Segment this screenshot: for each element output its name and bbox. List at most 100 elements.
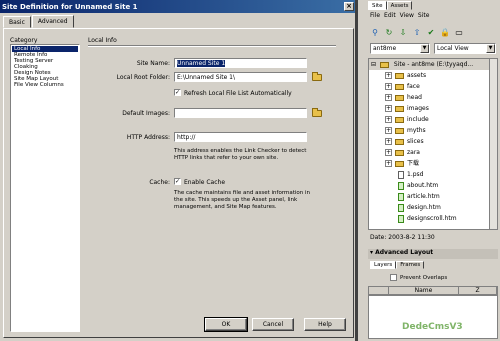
file-label: article.htm bbox=[407, 193, 440, 200]
site-file-tree[interactable]: ⊟ Site - ant8me (E:\tyyaqd... + assets + f… bbox=[368, 58, 498, 230]
menu-site[interactable]: Site bbox=[418, 12, 430, 22]
tree-file-row[interactable]: article.htm bbox=[369, 191, 497, 202]
layers-list[interactable] bbox=[368, 295, 498, 339]
category-list[interactable]: Local Info Remote Info Testing Server Cl… bbox=[10, 44, 80, 332]
expander-icon[interactable]: + bbox=[385, 127, 392, 134]
file-label: 1.psd bbox=[407, 171, 424, 178]
site-select[interactable]: ant8me ▼ bbox=[370, 43, 430, 54]
expander-icon[interactable]: ⊟ bbox=[371, 61, 376, 68]
tree-root-row[interactable]: ⊟ Site - ant8me (E:\tyyaqd... bbox=[369, 59, 497, 70]
enable-cache-checkbox[interactable]: ✓ bbox=[174, 178, 181, 185]
ok-button[interactable]: OK bbox=[204, 317, 248, 332]
check-in-icon[interactable]: 🔒 bbox=[440, 28, 450, 38]
tab-advanced[interactable]: Advanced bbox=[31, 15, 74, 28]
browse-folder-icon[interactable] bbox=[312, 72, 322, 81]
folder-icon bbox=[395, 116, 404, 123]
prevent-overlaps-checkbox[interactable] bbox=[390, 274, 397, 281]
view-select[interactable]: Local View ▼ bbox=[434, 43, 496, 54]
folder-label: images bbox=[407, 105, 429, 112]
expander-icon[interactable]: + bbox=[385, 138, 392, 145]
tree-root-label: Site - ant8me (E:\tyyaqd... bbox=[393, 61, 474, 68]
folder-label: slices bbox=[407, 138, 424, 145]
tab-layers[interactable]: Layers bbox=[370, 261, 397, 269]
local-root-label: Local Root Folder: bbox=[116, 74, 170, 81]
expander-icon[interactable]: + bbox=[385, 105, 392, 112]
menu-file[interactable]: File bbox=[370, 12, 380, 22]
refresh-icon[interactable]: ↻ bbox=[384, 28, 394, 38]
http-help-text: This address enables the Link Checker to… bbox=[174, 148, 307, 161]
html-file-icon bbox=[398, 203, 404, 212]
site-panel-tabs: Site Assets bbox=[368, 1, 413, 10]
tab-basic[interactable]: Basic bbox=[3, 16, 31, 28]
tree-folder-row[interactable]: + images bbox=[369, 103, 497, 114]
tree-file-row[interactable]: about.htm bbox=[369, 180, 497, 191]
get-icon[interactable]: ⇩ bbox=[398, 28, 408, 38]
category-item[interactable]: File View Columns bbox=[12, 82, 78, 88]
site-name-value: Unnamed Site 1 bbox=[177, 60, 226, 67]
z-column-header[interactable]: Z bbox=[459, 287, 497, 294]
tree-file-row[interactable]: design.htm bbox=[369, 202, 497, 213]
visibility-column-header[interactable] bbox=[369, 287, 389, 294]
menu-edit[interactable]: Edit bbox=[384, 12, 396, 22]
category-label: Category bbox=[10, 37, 38, 44]
cache-help-text: The cache maintains file and asset infor… bbox=[174, 190, 311, 210]
expander-icon[interactable]: + bbox=[385, 94, 392, 101]
expander-icon[interactable]: + bbox=[385, 83, 392, 90]
folder-label: face bbox=[407, 83, 420, 90]
file-label: about.htm bbox=[407, 182, 439, 189]
cancel-button[interactable]: Cancel bbox=[252, 318, 294, 331]
tree-folder-row[interactable]: + assets bbox=[369, 70, 497, 81]
html-file-icon bbox=[398, 214, 404, 223]
tree-file-row[interactable]: designscroll.htm bbox=[369, 213, 497, 224]
folder-icon bbox=[395, 83, 404, 90]
tree-file-row[interactable]: 1.psd bbox=[369, 169, 497, 180]
local-root-field[interactable]: E:\Unnamed Site 1\ bbox=[174, 72, 307, 82]
folder-label: zara bbox=[407, 149, 420, 156]
tree-folder-row[interactable]: + head bbox=[369, 92, 497, 103]
tree-folder-row[interactable]: + zara bbox=[369, 147, 497, 158]
dialog-tabs: Basic Advanced bbox=[3, 15, 75, 28]
help-button[interactable]: Help bbox=[304, 318, 346, 331]
http-address-field[interactable]: http:// bbox=[174, 132, 307, 142]
site-select-value: ant8me bbox=[373, 45, 397, 52]
default-images-field[interactable] bbox=[174, 108, 307, 118]
folder-label: myths bbox=[407, 127, 426, 134]
advanced-layout-title: Advanced Layout bbox=[375, 249, 434, 256]
put-icon[interactable]: ⇧ bbox=[412, 28, 422, 38]
file-icon bbox=[398, 170, 404, 179]
dialog-title: Site Definition for Unnamed Site 1 bbox=[2, 3, 138, 11]
tab-site[interactable]: Site bbox=[368, 1, 387, 10]
tree-scrollbar[interactable] bbox=[489, 59, 497, 229]
layers-frames-tabs: Layers Frames bbox=[370, 261, 425, 269]
layers-table-header: Name Z bbox=[368, 286, 498, 295]
connect-icon[interactable]: ⚲ bbox=[370, 28, 380, 38]
site-name-label: Site Name: bbox=[136, 60, 170, 67]
expander-icon[interactable]: + bbox=[385, 160, 392, 167]
tree-folder-row[interactable]: + 下载 bbox=[369, 158, 497, 169]
tree-folder-row[interactable]: + myths bbox=[369, 125, 497, 136]
tree-folder-row[interactable]: + slices bbox=[369, 136, 497, 147]
tree-folder-row[interactable]: + face bbox=[369, 81, 497, 92]
tab-frames[interactable]: Frames bbox=[396, 261, 425, 269]
check-out-icon[interactable]: ✔ bbox=[426, 28, 436, 38]
menu-view[interactable]: View bbox=[400, 12, 414, 22]
folder-icon bbox=[379, 61, 389, 68]
close-icon[interactable]: × bbox=[344, 2, 354, 11]
site-definition-dialog: Site Definition for Unnamed Site 1 × Bas… bbox=[0, 0, 357, 341]
browse-folder-icon[interactable] bbox=[312, 108, 322, 117]
expander-icon[interactable]: + bbox=[385, 116, 392, 123]
tab-assets[interactable]: Assets bbox=[386, 1, 413, 10]
name-column-header[interactable]: Name bbox=[389, 287, 459, 294]
cache-label: Cache: bbox=[149, 179, 170, 186]
refresh-checkbox[interactable]: ✓ bbox=[174, 89, 181, 96]
html-file-icon bbox=[398, 181, 404, 190]
advanced-layout-header[interactable]: ▾ Advanced Layout bbox=[368, 249, 498, 259]
file-date-status: Date: 2003-8-2 11:30 bbox=[370, 234, 435, 241]
expander-icon[interactable]: + bbox=[385, 72, 392, 79]
section-divider bbox=[88, 45, 336, 47]
expander-icon[interactable]: + bbox=[385, 149, 392, 156]
expand-icon[interactable]: ▭ bbox=[454, 28, 464, 38]
site-name-field[interactable]: Unnamed Site 1 bbox=[174, 58, 307, 68]
tree-folder-row[interactable]: + include bbox=[369, 114, 497, 125]
html-file-icon bbox=[398, 192, 404, 201]
